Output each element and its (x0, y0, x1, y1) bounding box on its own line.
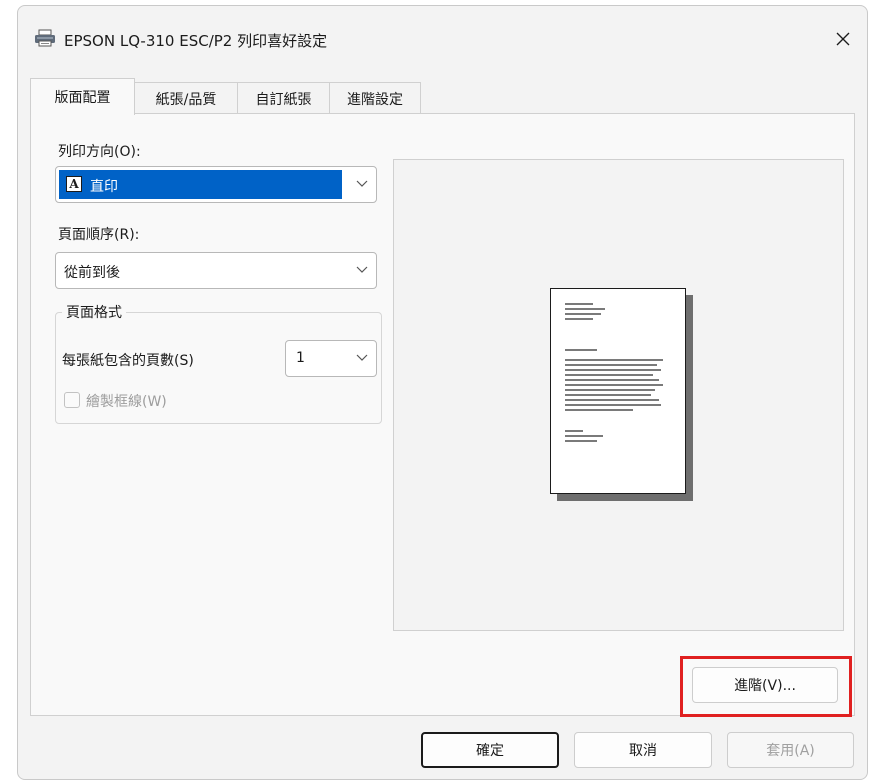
advanced-button[interactable]: 進階(V)... (692, 667, 838, 703)
page-format-group: 頁面格式 每張紙包含的頁數(S) 1 繪製框線(W) (55, 302, 382, 424)
page-order-label: 頁面順序(R): (58, 227, 140, 243)
tab-layout[interactable]: 版面配置 (30, 78, 135, 115)
orientation-label: 列印方向(O): (58, 144, 141, 160)
pages-per-sheet-dropdown[interactable]: 1 (285, 340, 377, 377)
close-button[interactable] (827, 26, 859, 52)
close-icon (836, 32, 850, 46)
pages-per-sheet-label: 每張紙包含的頁數(S) (62, 353, 194, 369)
pages-per-sheet-value: 1 (296, 350, 305, 366)
tab-custom-paper[interactable]: 自訂紙張 (237, 82, 330, 114)
chevron-down-icon (356, 354, 368, 361)
title-bar[interactable]: EPSON LQ-310 ESC/P2 列印喜好設定 (18, 6, 867, 54)
layout-tab-panel: 列印方向(O): A 直印 頁面順序(R): 從前到後 頁面格式 每張紙包含的頁… (30, 113, 855, 717)
orientation-dropdown[interactable]: A 直印 (55, 166, 377, 203)
page-format-title: 頁面格式 (62, 302, 126, 322)
page-order-dropdown[interactable]: 從前到後 (55, 252, 377, 289)
printing-preferences-dialog: EPSON LQ-310 ESC/P2 列印喜好設定 版面配置 紙張/品質 自訂… (17, 5, 868, 780)
orientation-value: 直印 (90, 179, 118, 195)
chevron-down-icon (356, 266, 368, 273)
printer-icon (34, 29, 56, 47)
draw-borders-label: 繪製框線(W) (86, 394, 167, 410)
window-title: EPSON LQ-310 ESC/P2 列印喜好設定 (64, 32, 328, 50)
chevron-down-icon (356, 180, 368, 187)
page-preview-area (393, 159, 844, 631)
tab-paper-quality[interactable]: 紙張/品質 (134, 82, 238, 114)
cancel-button[interactable]: 取消 (574, 732, 712, 768)
apply-button[interactable]: 套用(A) (727, 732, 854, 768)
tab-advanced-settings[interactable]: 進階設定 (329, 82, 421, 114)
page-order-value: 從前到後 (64, 265, 120, 281)
portrait-orientation-icon: A (66, 176, 82, 192)
ok-button[interactable]: 確定 (421, 732, 559, 768)
draw-borders-checkbox[interactable] (64, 392, 80, 408)
paper-preview (550, 288, 686, 494)
